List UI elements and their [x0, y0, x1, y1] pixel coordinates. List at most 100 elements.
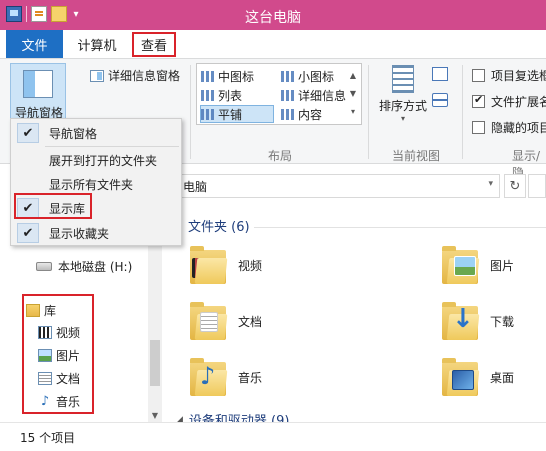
file-extensions-option[interactable]: 文件扩展名 — [472, 93, 546, 110]
menu-item-show-all-folders[interactable]: 显示所有文件夹 — [11, 173, 181, 195]
layout-item-label: 中图标 — [218, 69, 255, 84]
checkbox[interactable] — [472, 69, 485, 82]
folder-documents[interactable]: 文档 — [188, 300, 262, 342]
menu-item-label: 展开到打开的文件夹 — [49, 153, 158, 168]
section-divider — [254, 227, 546, 228]
layout-tiles[interactable]: 平铺 — [200, 105, 274, 123]
video-icon — [38, 326, 52, 339]
music-icon: ♪ — [40, 394, 50, 409]
nav-item-music[interactable]: ♪ 音乐 — [38, 393, 80, 410]
folder-label: 文档 — [238, 314, 263, 329]
address-input[interactable]: 电脑 ▾ — [180, 174, 500, 198]
folder-downloads[interactable]: 下载 — [440, 300, 514, 342]
layout-medium-icons[interactable]: 中图标 — [201, 67, 254, 85]
nav-item-label: 音乐 — [56, 395, 81, 409]
layout-group-label: 布局 — [268, 149, 293, 163]
layout-content[interactable]: 内容 — [281, 105, 322, 123]
view-tools — [432, 67, 448, 107]
checkbox[interactable] — [472, 121, 485, 134]
download-folder-icon — [440, 300, 480, 342]
sort-by-label: 排序方式 — [378, 99, 427, 113]
music-folder-icon — [188, 356, 228, 398]
check-icon: ✔ — [17, 123, 39, 143]
medium-icons-icon — [201, 70, 214, 82]
document-folder-icon — [188, 300, 228, 342]
folder-label: 下载 — [490, 314, 515, 329]
show-libraries-highlight — [14, 193, 92, 219]
navigation-pane-icon — [23, 70, 53, 98]
checkbox[interactable] — [472, 93, 485, 108]
item-count: 15 个项目 — [20, 431, 76, 445]
group-divider — [368, 65, 369, 159]
desktop-folder-icon — [440, 356, 480, 398]
folder-videos[interactable]: 视频 — [188, 244, 262, 286]
window-title: 这台电脑 — [245, 10, 301, 26]
layout-small-icons[interactable]: 小图标 — [281, 67, 334, 85]
scrollbar-thumb[interactable] — [150, 340, 160, 386]
menu-separator — [45, 146, 179, 147]
layout-list[interactable]: 列表 — [201, 86, 242, 104]
folder-label: 图片 — [490, 258, 515, 273]
checkbox-label: 文件扩展名 — [491, 95, 546, 109]
layout-gallery-scroll[interactable]: ▲ ▼ ▾ — [347, 67, 359, 121]
tab-computer[interactable]: 计算机 — [68, 30, 126, 58]
current-view-group-label: 当前视图 — [392, 149, 441, 163]
check-icon: ✔ — [17, 223, 39, 243]
menu-item-label: 导航窗格 — [49, 126, 98, 141]
status-bar: 15 个项目 — [0, 422, 546, 451]
details-pane-button[interactable]: 详细信息窗格 — [90, 67, 180, 84]
tab-file[interactable]: 文件 — [6, 30, 63, 58]
layout-item-label: 内容 — [298, 107, 323, 122]
details-icon — [281, 89, 294, 101]
tab-view[interactable]: 查看 — [132, 32, 176, 57]
item-checkboxes-option[interactable]: 项目复选框 — [472, 67, 546, 84]
address-path: 电脑 — [183, 179, 208, 194]
navigation-pane-button[interactable]: 导航窗格 ▾ — [10, 63, 66, 127]
nav-item-library[interactable]: 库 — [26, 302, 56, 319]
group-by-icon[interactable] — [432, 67, 448, 81]
layout-item-label: 详细信息 — [298, 88, 347, 103]
nav-item-label: 图片 — [56, 349, 81, 363]
menu-item-navigation-pane[interactable]: ✔ 导航窗格 — [11, 122, 181, 144]
sort-icon — [392, 65, 414, 93]
nav-item-documents[interactable]: 文档 — [38, 370, 80, 387]
folder-pictures[interactable]: 图片 — [440, 244, 514, 286]
details-pane-icon — [90, 69, 104, 82]
nav-item-label: 本地磁盘 (H:) — [58, 260, 133, 274]
document-icon — [38, 372, 52, 385]
group-divider — [462, 65, 463, 159]
chevron-down-icon[interactable]: ▾ — [488, 179, 493, 189]
layout-item-label: 平铺 — [218, 107, 243, 122]
menu-item-show-favorites[interactable]: ✔ 显示收藏夹 — [11, 222, 181, 244]
small-icons-icon — [281, 70, 294, 82]
chevron-down-icon: ▾ — [400, 114, 405, 123]
group-divider — [190, 65, 191, 159]
nav-item-label: 视频 — [56, 326, 81, 340]
folder-label: 视频 — [238, 258, 263, 273]
navigation-pane-menu: ✔ 导航窗格 展开到打开的文件夹 显示所有文件夹 ✔ 显示库 ✔ 显示收藏夹 — [10, 118, 182, 246]
refresh-button[interactable]: ↻ — [504, 174, 526, 198]
nav-item-local-disk[interactable]: 本地磁盘 (H:) — [36, 258, 132, 275]
ribbon-tabs: 文件 计算机 查看 — [0, 30, 546, 58]
layout-details[interactable]: 详细信息 — [281, 86, 346, 104]
nav-item-pictures[interactable]: 图片 — [38, 347, 80, 364]
list-icon — [201, 89, 214, 101]
tiles-icon — [201, 108, 214, 120]
layout-item-label: 小图标 — [298, 69, 335, 84]
folders-section-header[interactable]: 文件夹 (6) — [188, 216, 250, 235]
checkbox-label: 隐藏的项目 — [491, 121, 546, 135]
menu-item-expand-to-open-folder[interactable]: 展开到打开的文件夹 — [11, 149, 181, 171]
chevron-down-icon[interactable]: ▼ — [148, 411, 162, 420]
hidden-items-option[interactable]: 隐藏的项目 — [472, 119, 546, 136]
folder-music[interactable]: 音乐 — [188, 356, 262, 398]
nav-item-label: 库 — [44, 304, 57, 318]
sort-by-button[interactable]: 排序方式 ▾ — [376, 65, 430, 125]
nav-item-label: 文档 — [56, 372, 81, 386]
menu-item-label: 显示收藏夹 — [49, 226, 110, 241]
folder-desktop[interactable]: 桌面 — [440, 356, 514, 398]
nav-item-videos[interactable]: 视频 — [38, 324, 80, 341]
menu-item-label: 显示所有文件夹 — [49, 177, 134, 192]
add-columns-icon[interactable] — [432, 93, 448, 107]
search-input[interactable] — [528, 174, 546, 198]
folder-label: 音乐 — [238, 370, 263, 385]
